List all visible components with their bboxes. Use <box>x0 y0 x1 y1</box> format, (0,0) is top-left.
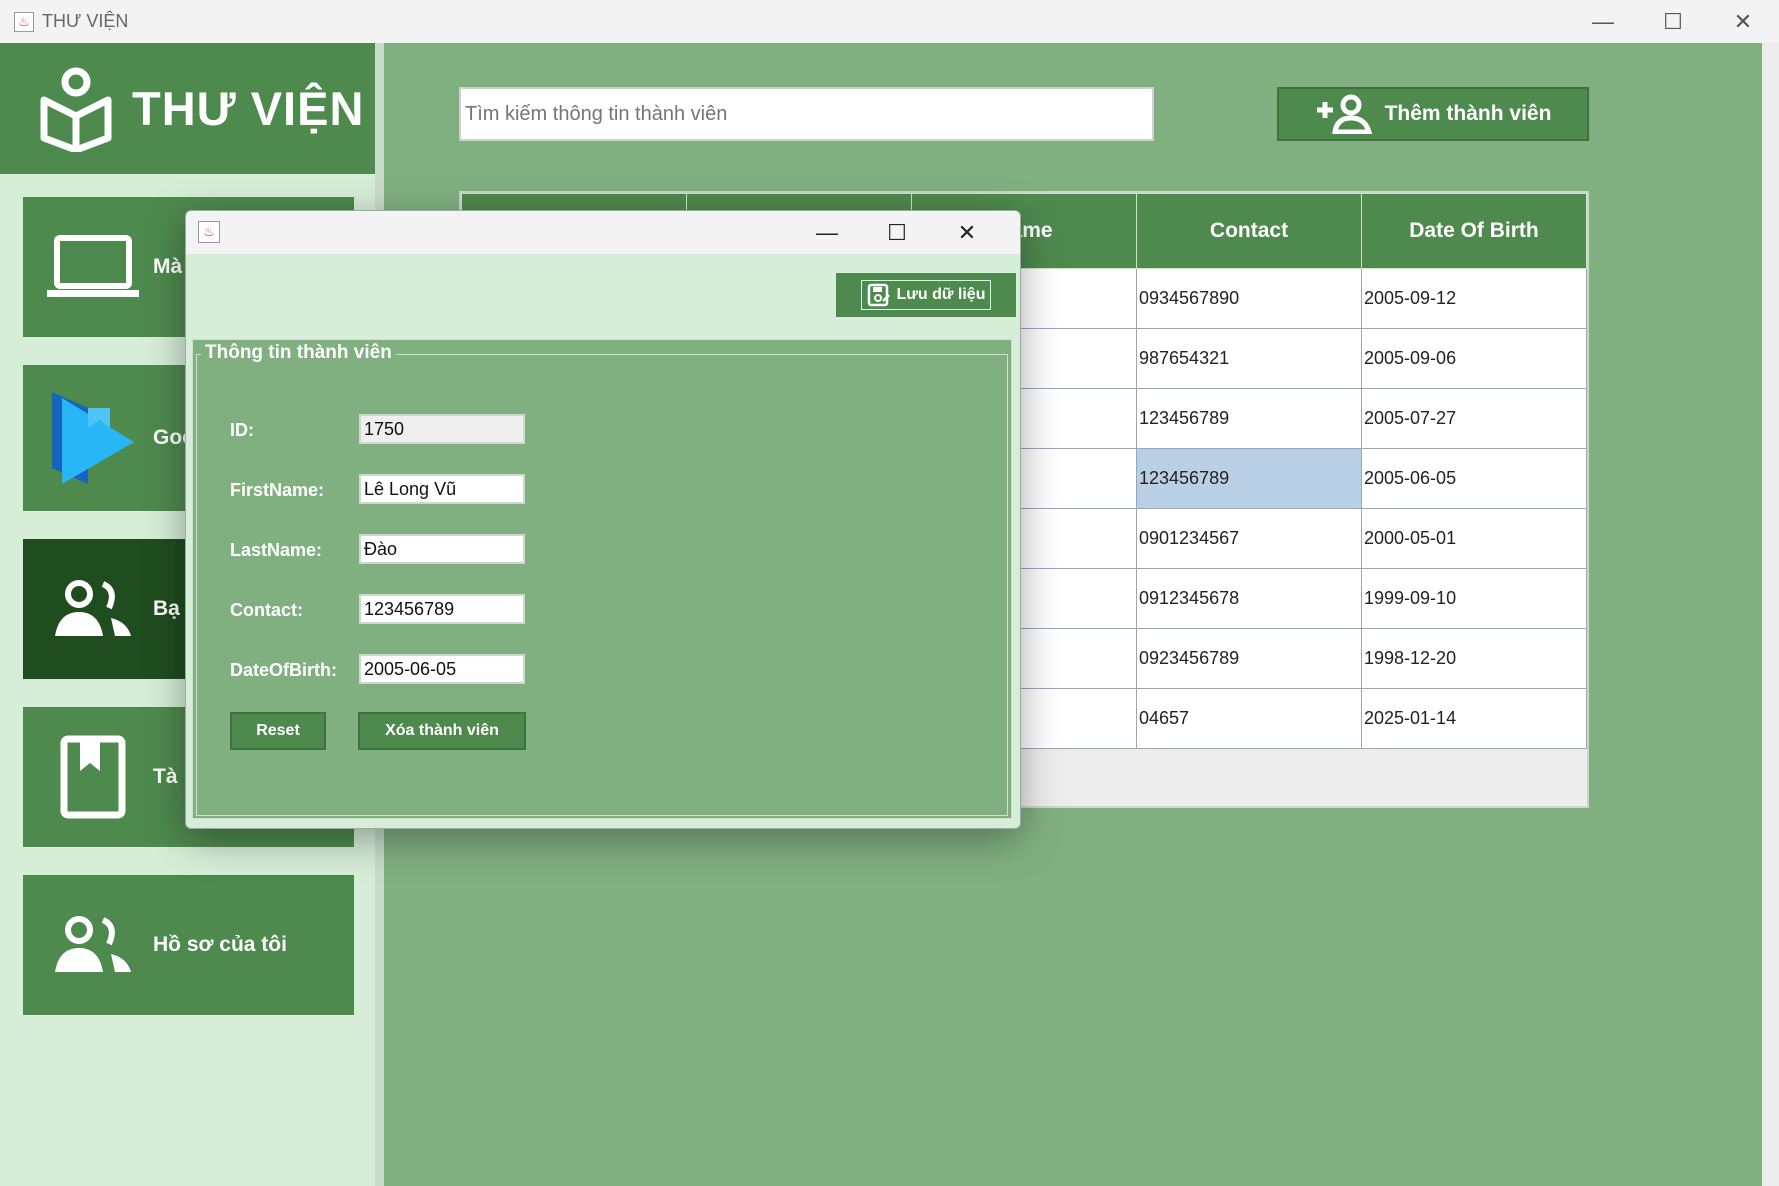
table-cell[interactable]: 123456789 <box>1136 448 1362 509</box>
window-titlebar: ♨ THƯ VIỆN — ☐ ✕ <box>0 0 1779 43</box>
minimize-button[interactable]: — <box>1568 0 1638 43</box>
bookmark-icon <box>33 735 153 819</box>
lastname-field[interactable] <box>359 534 525 564</box>
add-member-label: Thêm thành viên <box>1384 102 1552 125</box>
column-header[interactable]: Date Of Birth <box>1361 193 1587 269</box>
search-input[interactable] <box>459 87 1154 141</box>
table-cell[interactable]: 2025-01-14 <box>1361 688 1587 749</box>
table-cell[interactable]: 2005-09-06 <box>1361 328 1587 389</box>
dialog-maximize-button[interactable]: ☐ <box>862 211 932 254</box>
users-icon <box>33 578 153 640</box>
close-icon: ✕ <box>1733 8 1753 34</box>
lastname-label: LastName: <box>230 540 323 560</box>
contact-field[interactable] <box>359 594 525 624</box>
table-cell[interactable]: 2005-06-05 <box>1361 448 1587 509</box>
table-cell[interactable]: 123456789 <box>1136 388 1362 449</box>
java-app-icon: ♨ <box>14 11 34 32</box>
sidebar-item-label: Hồ sơ của tôi <box>153 933 287 956</box>
maximize-icon: ☐ <box>1663 8 1683 34</box>
reset-label: Reset <box>256 722 300 739</box>
reset-button[interactable]: Reset <box>230 712 326 750</box>
minimize-icon: — <box>816 219 838 245</box>
table-cell[interactable]: 0912345678 <box>1136 568 1362 629</box>
id-field[interactable] <box>359 414 525 444</box>
window-edge <box>1762 43 1779 1186</box>
dialog-minimize-button[interactable]: — <box>792 211 862 254</box>
java-app-icon: ♨ <box>198 221 220 243</box>
table-cell[interactable]: 987654321 <box>1136 328 1362 389</box>
save-label: Lưu dữ liệu <box>896 286 986 303</box>
member-dialog: ♨ — ☐ ✕ Lưu dữ liệu Thông tin thành viên… <box>185 210 1021 829</box>
sidebar-item-label: Tà <box>153 765 178 788</box>
maximize-button[interactable]: ☐ <box>1638 0 1708 43</box>
dialog-titlebar: ♨ — ☐ ✕ <box>186 211 1020 254</box>
sidebar-item-profile[interactable]: Hồ sơ của tôi <box>23 875 354 1015</box>
contact-label: Contact: <box>230 600 303 620</box>
window-title: THƯ VIỆN <box>42 11 129 31</box>
id-label: ID: <box>230 420 254 440</box>
sidebar-item-label: Bạ <box>153 597 180 620</box>
delete-member-button[interactable]: Xóa thành viên <box>358 712 526 750</box>
panel-title: Thông tin thành viên <box>201 342 396 364</box>
firstname-field[interactable] <box>359 474 525 504</box>
add-user-icon <box>1316 94 1372 134</box>
google-books-icon <box>33 388 153 488</box>
table-cell[interactable]: 0934567890 <box>1136 268 1362 329</box>
minimize-icon: — <box>1592 8 1614 34</box>
save-button[interactable]: Lưu dữ liệu <box>836 273 1016 317</box>
delete-label: Xóa thành viên <box>385 722 499 739</box>
sidebar-item-label: Mà <box>153 255 183 278</box>
table-cell[interactable]: 04657 <box>1136 688 1362 749</box>
firstname-label: FirstName: <box>230 480 325 500</box>
logo-text: THƯ VIỆN <box>132 82 365 135</box>
laptop-icon <box>33 232 153 302</box>
column-header[interactable]: Contact <box>1136 193 1362 269</box>
logo: THƯ VIỆN <box>0 43 375 174</box>
table-cell[interactable]: 2000-05-01 <box>1361 508 1587 569</box>
table-cell[interactable]: 2005-09-12 <box>1361 268 1587 329</box>
member-info-panel: Thông tin thành viên ID: FirstName: Last… <box>192 339 1012 819</box>
dob-field[interactable] <box>359 654 525 684</box>
dialog-close-button[interactable]: ✕ <box>932 211 1002 254</box>
users-icon <box>33 914 153 976</box>
save-icon <box>867 283 890 307</box>
library-logo-icon <box>40 67 112 152</box>
close-icon: ✕ <box>957 219 977 245</box>
dob-label: DateOfBirth: <box>230 660 337 680</box>
save-button-inner: Lưu dữ liệu <box>861 280 991 310</box>
table-cell[interactable]: 2005-07-27 <box>1361 388 1587 449</box>
close-button[interactable]: ✕ <box>1708 0 1778 43</box>
table-cell[interactable]: 0923456789 <box>1136 628 1362 689</box>
table-cell[interactable]: 0901234567 <box>1136 508 1362 569</box>
table-cell[interactable]: 1999-09-10 <box>1361 568 1587 629</box>
add-member-button[interactable]: Thêm thành viên <box>1277 87 1589 141</box>
maximize-icon: ☐ <box>887 219 907 245</box>
table-cell[interactable]: 1998-12-20 <box>1361 628 1587 689</box>
